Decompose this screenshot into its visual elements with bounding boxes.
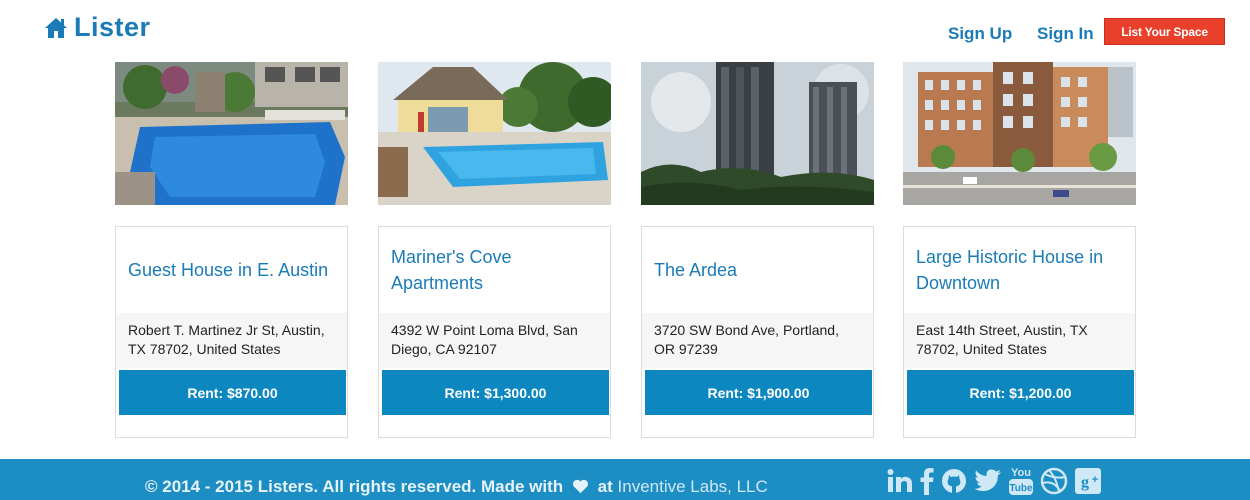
google-plus-icon[interactable]: g + (1074, 467, 1102, 495)
listing-title[interactable]: Guest House in E. Austin (128, 227, 338, 313)
youtube-icon[interactable]: You Tube (1008, 465, 1034, 497)
twitter-icon[interactable] (974, 468, 1002, 494)
listing-title[interactable]: Large Historic House in Downtown (916, 227, 1126, 313)
sign-in-link[interactable]: Sign In (1037, 24, 1094, 44)
listing-details: Large Historic House in Downtown East 14… (903, 226, 1136, 438)
heart-icon (572, 479, 588, 494)
svg-text:You: You (1011, 467, 1031, 479)
footer-copyright: © 2014 - 2015 Listers. All rights reserv… (145, 477, 768, 497)
rent-button[interactable]: Rent: $1,200.00 (907, 370, 1134, 415)
brand-logo[interactable]: Lister (44, 12, 151, 43)
github-icon[interactable] (940, 467, 968, 495)
rent-button[interactable]: Rent: $1,900.00 (645, 370, 872, 415)
rent-button[interactable]: Rent: $1,300.00 (382, 370, 609, 415)
footer: © 2014 - 2015 Listers. All rights reserv… (0, 459, 1250, 500)
copyright-text: © 2014 - 2015 Listers. All rights reserv… (145, 477, 564, 496)
highrise-towers-photo[interactable] (641, 62, 874, 205)
listing-address: 4392 W Point Loma Blvd, San Diego, CA 92… (379, 313, 610, 368)
clubhouse-pool-photo[interactable] (378, 62, 611, 205)
at-text: at (597, 477, 613, 496)
home-icon (45, 17, 67, 38)
listing-address: Robert T. Martinez Jr St, Austin, TX 787… (116, 313, 347, 368)
brand-name: Lister (74, 12, 151, 42)
svg-text:+: + (1092, 474, 1098, 486)
pool-courtyard-photo[interactable] (115, 62, 348, 205)
svg-text:g: g (1081, 474, 1089, 491)
top-navbar: Lister Sign Up Sign In List Your Space (0, 0, 1250, 60)
listing-title[interactable]: Mariner's Cove Apartments (391, 227, 601, 313)
sign-up-link[interactable]: Sign Up (948, 24, 1012, 44)
facebook-icon[interactable] (920, 467, 934, 495)
listing-title[interactable]: The Ardea (654, 227, 864, 313)
listing-details: Mariner's Cove Apartments 4392 W Point L… (378, 226, 611, 438)
svg-text:Tube: Tube (1009, 483, 1033, 494)
social-links: You Tube g + (886, 465, 1102, 497)
rent-button[interactable]: Rent: $870.00 (119, 370, 346, 415)
listing-details: Guest House in E. Austin Robert T. Marti… (115, 226, 348, 438)
listing-details: The Ardea 3720 SW Bond Ave, Portland, OR… (641, 226, 874, 438)
list-your-space-button[interactable]: List Your Space (1104, 18, 1225, 45)
listing-address: 3720 SW Bond Ave, Portland, OR 97239 (642, 313, 873, 368)
company-link[interactable]: Inventive Labs, LLC (618, 477, 768, 496)
listing-address: East 14th Street, Austin, TX 78702, Unit… (904, 313, 1135, 368)
dribbble-icon[interactable] (1040, 467, 1068, 495)
city-block-photo[interactable] (903, 62, 1136, 205)
linkedin-icon[interactable] (886, 467, 914, 495)
